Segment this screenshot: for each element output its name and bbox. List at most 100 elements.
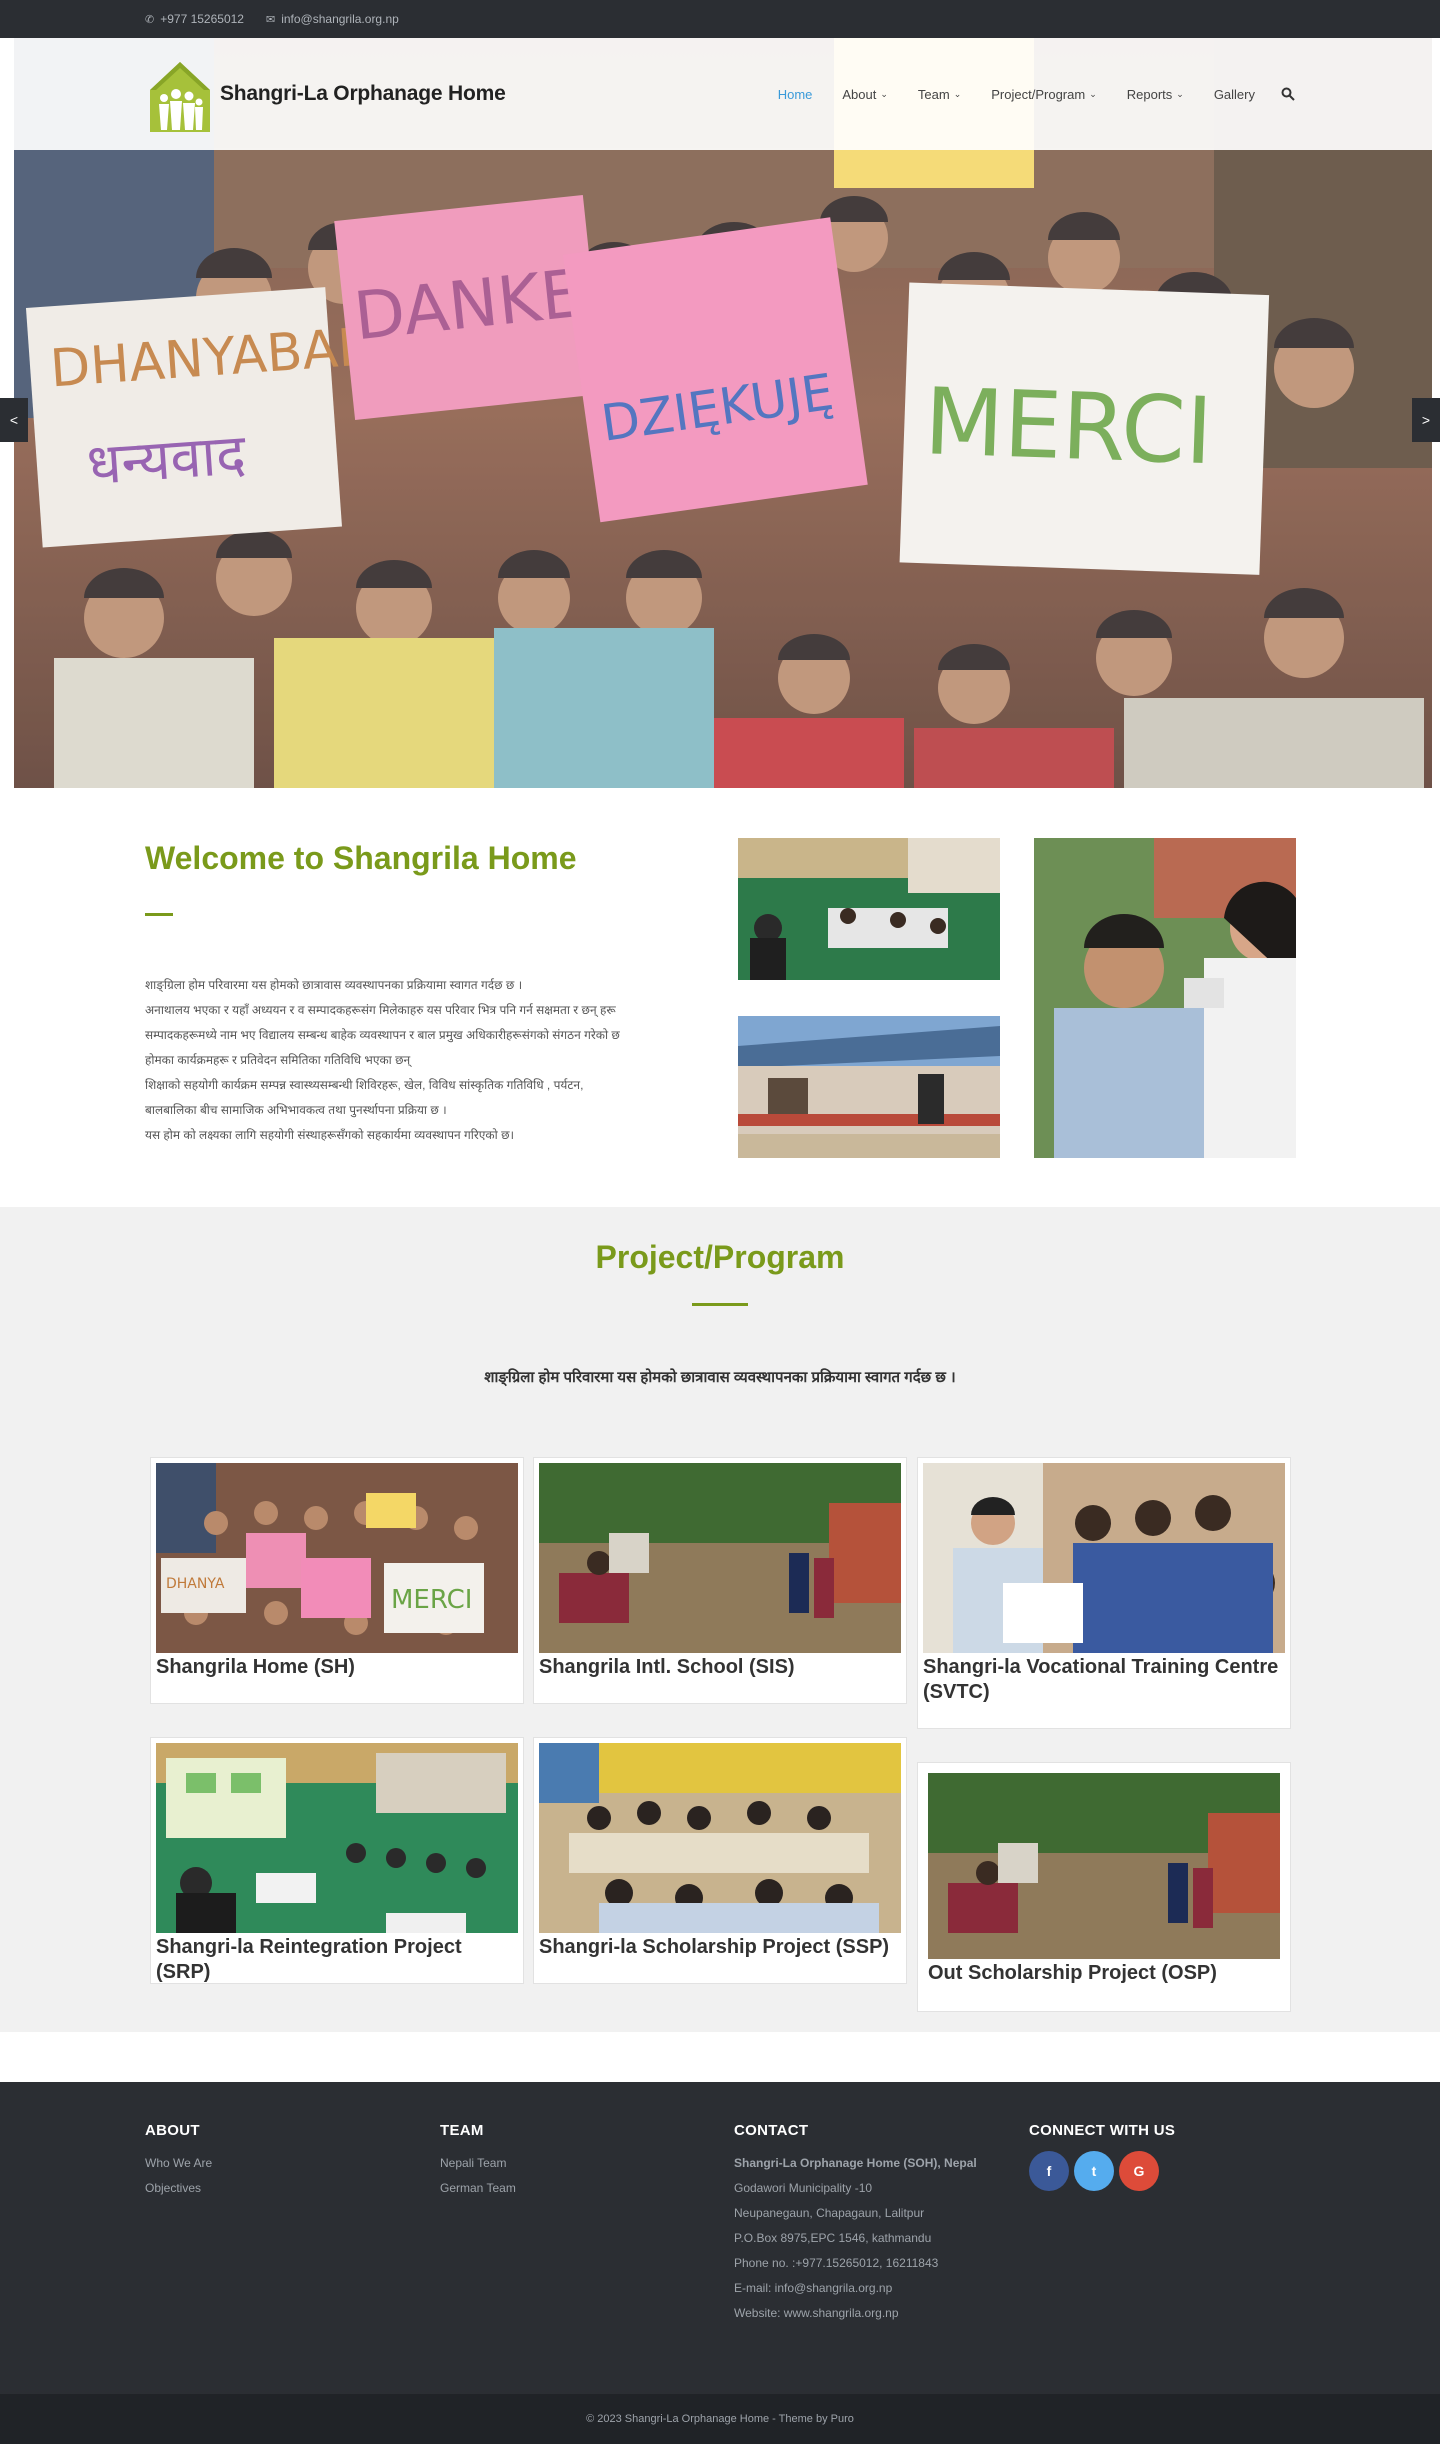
project-image[interactable] (923, 1463, 1285, 1653)
twitter-glyph[interactable]: t (1092, 2163, 1097, 2179)
nav-home[interactable]: Home (778, 87, 813, 102)
contact-line: P.O.Box 8975,EPC 1546, kathmandu (734, 2231, 932, 2245)
footer-connect-heading: CONNECT WITH US (1029, 2122, 1176, 2139)
nav-team-label[interactable]: Team (918, 87, 950, 102)
contact-email[interactable]: E-mail: info@shangrila.org.np (734, 2276, 977, 2301)
social-links: f t G (1029, 2151, 1175, 2191)
contact-line: Godawori Municipality -10 (734, 2181, 873, 2195)
welcome-paragraph: शाङ्ग्रिला होम परिवारमा यस होमको छात्राव… (145, 978, 523, 992)
projects-title: Project/Program (595, 1239, 845, 1275)
chevron-down-icon: ⌄ (880, 88, 888, 99)
project-title[interactable]: Shangrila Home (SH) (156, 1655, 518, 1680)
logo-text[interactable]: Shangri-La Orphanage Home (220, 82, 506, 106)
project-card-sis[interactable]: Shangrila Intl. School (SIS) (533, 1457, 907, 1704)
project-card-svtc[interactable]: Shangri-la Vocational Training Centre (S… (917, 1457, 1291, 1729)
project-title[interactable]: Shangri-la Reintegration Project (SRP) (156, 1935, 518, 1985)
footer-contact: CONTACT Shangri-La Orphanage Home (SOH),… (734, 2122, 977, 2326)
envelope-icon: ✉ (265, 13, 276, 26)
slider-prev-button[interactable]: < (0, 398, 28, 442)
contact-website[interactable]: Website: www.shangrila.org.np (734, 2301, 977, 2326)
footer-contact-heading: CONTACT (734, 2122, 809, 2139)
project-title[interactable]: Shangri-la Scholarship Project (SSP) (539, 1935, 901, 1960)
email-address[interactable]: info@shangrila.org.np (281, 12, 399, 26)
phone-icon: ✆ (145, 13, 155, 26)
site-footer: ABOUT Who We Are Objectives TEAM Nepali … (0, 2082, 1440, 2394)
svg-text:MERCI: MERCI (391, 1585, 472, 1615)
nav-about-label[interactable]: About (842, 87, 876, 102)
svg-text:DHANYA: DHANYA (166, 1576, 225, 1592)
project-card-osp[interactable]: Out Scholarship Project (OSP) (917, 1762, 1291, 2012)
title-divider (145, 913, 173, 916)
prev-arrow-icon[interactable]: < (10, 412, 18, 428)
footer-team: TEAM Nepali Team German Team (440, 2122, 516, 2201)
footer-link-who-we-are[interactable]: Who We Are (145, 2151, 212, 2176)
project-program-section: Project/Program शाङ्ग्रिला होम परिवारमा … (0, 1207, 1440, 2032)
nav-about[interactable]: About ⌄ (842, 87, 888, 102)
project-image[interactable] (539, 1743, 901, 1933)
chevron-down-icon: ⌄ (1089, 88, 1097, 99)
welcome-paragraph: अनाथालय भएका र यहाँ अध्ययन र व सम्पादकहर… (145, 1003, 616, 1017)
contact-phone: Phone no. :+977.15265012, 16211843 (734, 2256, 939, 2270)
welcome-paragraph: सम्पादकहरूमध्ये नाम भए विद्यालय सम्बन्ध … (145, 1028, 620, 1042)
welcome-paragraph: शिक्षाको सहयोगी कार्यक्रम सम्पन्न स्वास्… (145, 1078, 584, 1092)
welcome-photo-house[interactable] (738, 1016, 1000, 1158)
project-card-sh[interactable]: DHANYA MERCI Shangrila Home (SH) (150, 1457, 524, 1704)
email-info[interactable]: ✉ info@shangrila.org.np (266, 12, 399, 26)
twitter-icon[interactable]: t (1074, 2151, 1114, 2191)
welcome-section: Welcome to Shangrila Home शाङ्ग्रिला होम… (0, 788, 1440, 1207)
project-image[interactable] (156, 1743, 518, 1933)
chevron-down-icon: ⌄ (953, 88, 962, 99)
footer-connect: CONNECT WITH US f t G (1029, 2122, 1175, 2191)
project-title[interactable]: Shangri-la Vocational Training Centre (S… (923, 1655, 1285, 1705)
nav-gallery[interactable]: Gallery (1214, 87, 1255, 102)
nav-home-label[interactable]: Home (778, 87, 813, 102)
google-plus-icon[interactable]: G (1119, 2151, 1159, 2191)
search-icon[interactable] (1281, 87, 1295, 101)
slider-next-button[interactable]: > (1412, 398, 1440, 442)
footer-link-german-team[interactable]: German Team (440, 2176, 516, 2201)
project-title[interactable]: Shangrila Intl. School (SIS) (539, 1655, 901, 1680)
nav-gallery-label[interactable]: Gallery (1214, 87, 1255, 102)
projects-subtitle: शाङ्ग्रिला होम परिवारमा यस होमको छात्राव… (484, 1369, 956, 1386)
copyright-text: © 2023 Shangri-La Orphanage Home - Theme… (586, 2413, 854, 2425)
copyright-bar: © 2023 Shangri-La Orphanage Home - Theme… (0, 2394, 1440, 2444)
footer-about-heading: ABOUT (145, 2122, 200, 2139)
nav-reports-label[interactable]: Reports (1127, 87, 1173, 102)
site-header: Shangri-La Orphanage Home Home About ⌄ Te… (0, 38, 1440, 150)
hero-image: DHANYABAD धन्यवाद DANKE DZIĘKUJĘ MERCI (14, 38, 1432, 788)
project-card-ssp[interactable]: Shangri-la Scholarship Project (SSP) (533, 1737, 907, 1984)
facebook-glyph[interactable]: f (1047, 2163, 1052, 2179)
footer-about: ABOUT Who We Are Objectives (145, 2122, 212, 2201)
nav-reports[interactable]: Reports ⌄ (1127, 87, 1184, 102)
project-card-srp[interactable]: Shangri-la Reintegration Project (SRP) (150, 1737, 524, 1984)
contact-line: Neupanegaun, Chapagaun, Lalitpur (734, 2206, 925, 2220)
phone-number: +977 15265012 (160, 12, 244, 26)
welcome-photo-classroom[interactable] (738, 838, 1000, 980)
nav-project-program-label[interactable]: Project/Program (991, 87, 1085, 102)
google-plus-glyph[interactable]: G (1134, 2163, 1145, 2179)
welcome-paragraph: यस होम को लक्ष्यका लागि सहयोगी संस्थाहरू… (145, 1128, 515, 1142)
footer-link-nepali-team[interactable]: Nepali Team (440, 2151, 516, 2176)
welcome-text: शाङ्ग्रिला होम परिवारमा यस होमको छात्राव… (145, 973, 705, 1148)
project-image[interactable] (928, 1773, 1280, 1959)
title-divider (692, 1303, 748, 1306)
welcome-paragraph: होमका कार्यक्रमहरू र प्रतिवेदन समितिका ग… (145, 1053, 411, 1067)
facebook-icon[interactable]: f (1029, 2151, 1069, 2191)
contact-org: Shangri-La Orphanage Home (SOH), Nepal (734, 2156, 977, 2170)
next-arrow-icon[interactable]: > (1422, 412, 1430, 428)
nav-project-program[interactable]: Project/Program ⌄ (991, 87, 1096, 102)
nav-team[interactable]: Team ⌄ (918, 87, 961, 102)
project-title[interactable]: Out Scholarship Project (OSP) (928, 1961, 1280, 1986)
footer-team-heading: TEAM (440, 2122, 484, 2139)
main-nav: Home About ⌄ Team ⌄ Project/Program ⌄ Repor… (748, 38, 1295, 150)
phone-info: ✆ +977 15265012 (145, 12, 244, 26)
chevron-down-icon: ⌄ (1176, 88, 1184, 99)
project-image[interactable] (539, 1463, 901, 1653)
logo-house-icon (150, 62, 210, 132)
footer-link-objectives[interactable]: Objectives (145, 2176, 212, 2201)
top-bar: ✆ +977 15265012 ✉ info@shangrila.org.np (0, 0, 1440, 38)
welcome-photo-dental-checkup[interactable] (1034, 838, 1296, 1158)
welcome-title: Welcome to Shangrila Home (145, 840, 577, 876)
site-logo[interactable]: Shangri-La Orphanage Home (146, 54, 506, 134)
project-image[interactable]: DHANYA MERCI (156, 1463, 518, 1653)
